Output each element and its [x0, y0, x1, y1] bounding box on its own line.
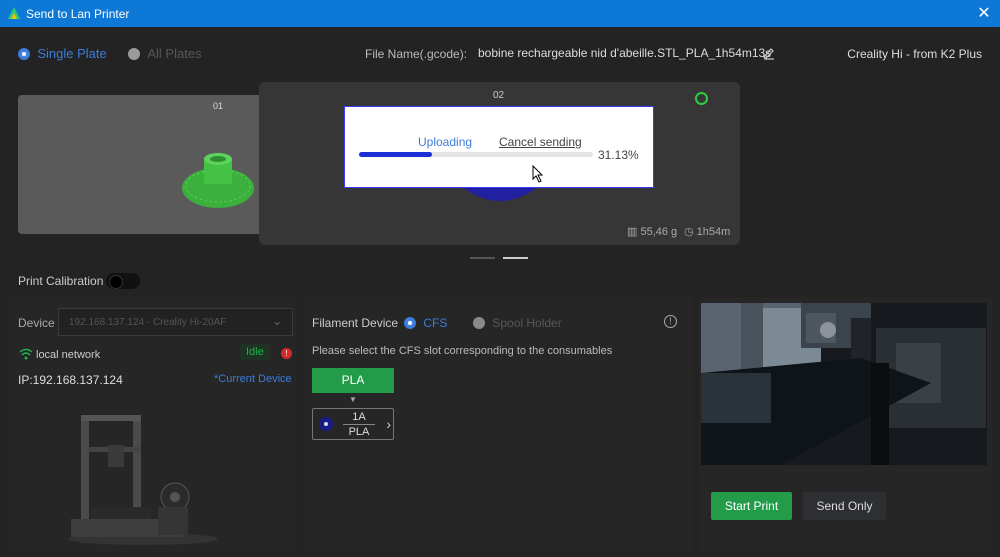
plate-page-indicator-2[interactable] [503, 257, 528, 259]
cancel-sending-link[interactable]: Cancel sending [499, 135, 582, 149]
plate-label: 02 [493, 90, 505, 101]
slot-material: PLA [348, 426, 370, 438]
info-icon[interactable]: ! [664, 315, 677, 328]
error-icon[interactable]: ! [281, 348, 292, 359]
window-title: Send to Lan Printer [26, 7, 130, 21]
single-plate-option[interactable]: Single Plate [18, 46, 107, 61]
camera-feed [701, 303, 987, 465]
send-only-button[interactable]: Send Only [803, 492, 886, 520]
clock-icon: ◷ [684, 226, 694, 238]
close-window-button[interactable]: ✕ [968, 0, 1000, 27]
device-select[interactable]: 192.168.137.124 - Creality Hi-20AF ⌄ [58, 308, 293, 336]
plate-selected-indicator [695, 92, 708, 105]
file-name-label: File Name(.gcode): [365, 47, 468, 61]
slot-divider [343, 424, 375, 425]
filament-device-label: Filament Device [312, 316, 399, 330]
start-print-button[interactable]: Start Print [711, 492, 792, 520]
all-plates-radio-icon [128, 47, 140, 60]
filament-panel: Filament Device CFS Spool Holder ! Pleas… [303, 297, 693, 552]
upload-progress-fill [359, 152, 432, 157]
toggle-knob [109, 275, 123, 289]
printer-preset: Creality Hi - from K2 Plus [847, 47, 982, 61]
slot-id: 1A [352, 411, 366, 423]
network-type: local network [36, 349, 101, 361]
camera-panel: Start Print Send Only [699, 297, 992, 552]
spool-holder-option[interactable]: Spool Holder [473, 315, 562, 330]
plate-01-model-preview [182, 153, 254, 208]
camera-snapshot [701, 303, 987, 465]
mouse-cursor-icon [532, 165, 544, 183]
arrow-down-icon: ▼ [349, 395, 357, 404]
plate-weight: ▥ 55,46 g [627, 226, 678, 238]
weight-icon: ▥ [627, 226, 638, 238]
status-badge: Idle [240, 344, 270, 360]
plate-label: 01 [213, 101, 224, 111]
edit-pencil-icon[interactable] [762, 46, 776, 60]
device-ip: IP:192.168.137.124 [18, 373, 123, 387]
file-name-value: bobine rechargeable nid d'abeille.STL_PL… [478, 46, 772, 60]
print-calibration-toggle[interactable] [106, 273, 140, 289]
slot-swatch-dot [324, 422, 328, 426]
device-panel: Device 192.168.137.124 - Creality Hi-20A… [8, 297, 296, 552]
upload-progress-percent: 31.13% [598, 148, 639, 162]
upload-progress-bar [359, 152, 593, 157]
cfs-option[interactable]: CFS [404, 315, 447, 330]
all-plates-option[interactable]: All Plates [128, 46, 202, 61]
cfs-slot-selector[interactable]: 1A PLA › [312, 408, 394, 440]
app-logo-icon [8, 7, 20, 19]
single-plate-radio-icon [18, 47, 30, 60]
plate-card-01[interactable]: 01 [18, 95, 278, 234]
current-device-label: *Current Device [214, 373, 292, 385]
cfs-radio-icon [404, 316, 416, 329]
upload-status: Uploading [418, 135, 473, 149]
plate-time: ◷ 1h54m [684, 226, 731, 238]
wifi-icon [19, 348, 33, 360]
chevron-down-icon: ⌄ [271, 314, 282, 328]
print-calibration-label: Print Calibration [18, 274, 104, 288]
filament-material-chip: PLA [312, 368, 394, 393]
title-bar: Send to Lan Printer ✕ [0, 0, 1000, 27]
upload-progress-dialog: Uploading Cancel sending 31.13% [344, 106, 654, 188]
plate-page-indicator-1[interactable] [470, 257, 495, 259]
device-label: Device [18, 316, 55, 330]
dialog-body: Single Plate All Plates File Name(.gcode… [0, 27, 1000, 557]
spool-holder-radio-icon [473, 316, 485, 329]
cfs-instruction: Please select the CFS slot corresponding… [312, 345, 613, 357]
chevron-right-icon: › [386, 416, 391, 432]
printer-image [68, 415, 218, 545]
